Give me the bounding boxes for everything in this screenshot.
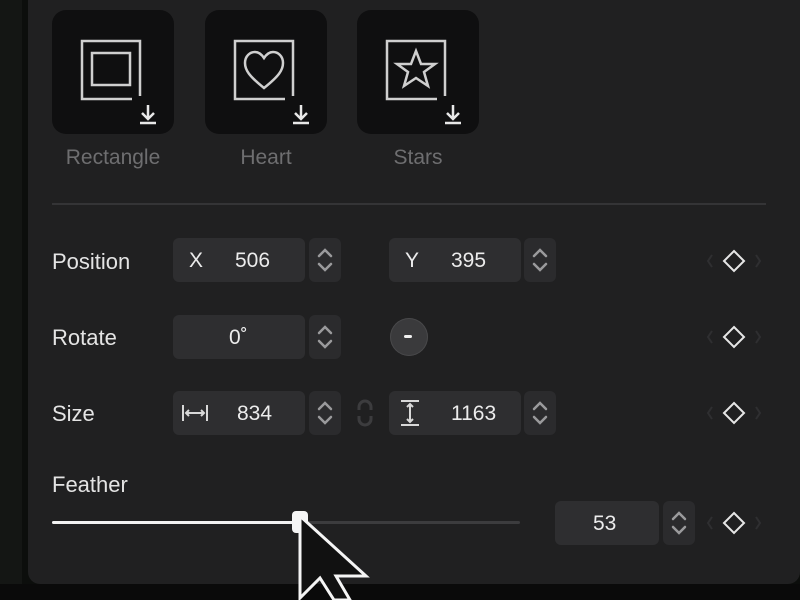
feather-slider[interactable]	[52, 511, 520, 533]
stepper-arrows-icon	[317, 401, 333, 425]
size-height-field[interactable]: 1163	[389, 391, 521, 435]
size-width-value: 834	[237, 402, 273, 425]
position-y-value: 395	[451, 249, 487, 272]
position-keyframe-button[interactable]	[704, 246, 764, 276]
star-mask-icon	[385, 39, 471, 130]
feather-slider-fill	[52, 521, 301, 524]
feather-keyframe-button[interactable]	[704, 508, 764, 538]
mouse-cursor-icon	[298, 514, 370, 600]
bottom-strip	[0, 584, 800, 600]
mask-rectangle-label: Rectangle	[65, 146, 161, 169]
stepper-arrows-icon	[317, 248, 333, 272]
position-y-field[interactable]: Y 395	[389, 238, 521, 282]
position-x-value: 506	[235, 249, 271, 272]
rotate-label: Rotate	[52, 325, 117, 350]
feather-value: 53	[593, 512, 617, 535]
rotate-dial[interactable]	[390, 318, 428, 356]
rotate-keyframe-button[interactable]	[704, 322, 764, 352]
size-height-stepper[interactable]	[524, 391, 556, 435]
size-width-stepper[interactable]	[309, 391, 341, 435]
position-x-stepper[interactable]	[309, 238, 341, 282]
lock-ratio-icon[interactable]	[354, 398, 376, 428]
feather-label: Feather	[52, 472, 128, 497]
stepper-arrows-icon	[532, 248, 548, 272]
mask-heart-button[interactable]	[205, 10, 327, 134]
mask-stars-label: Stars	[393, 146, 443, 169]
size-height-value: 1163	[451, 402, 497, 425]
rotate-value: 0˚	[229, 326, 248, 349]
size-width-field[interactable]: 834	[173, 391, 305, 435]
divider	[52, 203, 766, 205]
position-label: Position	[52, 249, 131, 274]
mask-heart-label: Heart	[240, 146, 292, 169]
position-x-field[interactable]: X 506	[173, 238, 305, 282]
heart-mask-icon	[233, 39, 319, 130]
rotate-field[interactable]: 0˚	[173, 315, 305, 359]
height-icon	[401, 400, 419, 426]
position-y-axis-label: Y	[405, 249, 420, 272]
mask-stars-button[interactable]	[357, 10, 479, 134]
position-x-axis-label: X	[189, 249, 204, 272]
rotate-stepper[interactable]	[309, 315, 341, 359]
left-edge	[0, 0, 22, 600]
width-icon	[182, 405, 208, 421]
feather-value-field[interactable]: 53	[555, 501, 659, 545]
rectangle-mask-icon	[80, 39, 166, 130]
stepper-arrows-icon	[671, 511, 687, 535]
mask-rectangle-button[interactable]	[52, 10, 174, 134]
stepper-arrows-icon	[532, 401, 548, 425]
size-keyframe-button[interactable]	[704, 398, 764, 428]
stepper-arrows-icon	[317, 325, 333, 349]
size-label: Size	[52, 401, 95, 426]
position-y-stepper[interactable]	[524, 238, 556, 282]
feather-stepper[interactable]	[663, 501, 695, 545]
